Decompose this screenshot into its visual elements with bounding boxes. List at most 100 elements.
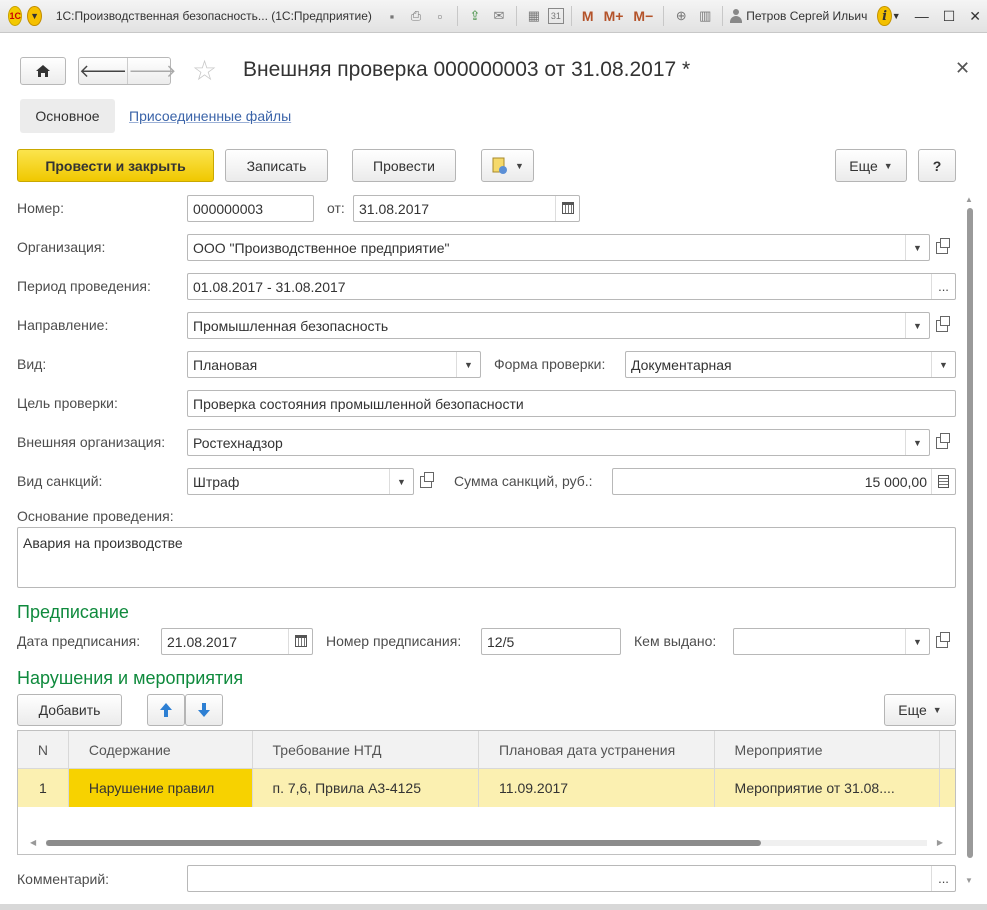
preview-icon[interactable]: ▫ xyxy=(430,6,450,26)
sanction-sum-field[interactable]: 15 000,00 xyxy=(612,468,956,495)
goal-label: Цель проверки: xyxy=(17,395,118,411)
open-icon xyxy=(936,237,950,254)
tab-attached-files[interactable]: Присоединенные файлы xyxy=(129,108,291,124)
goal-field[interactable]: Проверка состояния промышленной безопасн… xyxy=(187,390,956,417)
mail-icon[interactable]: ✉ xyxy=(489,6,509,26)
zoom-icon[interactable]: ⊕ xyxy=(671,6,691,26)
create-based-on-button[interactable]: ▼ xyxy=(481,149,534,182)
check-form-value: Документарная xyxy=(631,356,732,373)
basis-textarea[interactable]: Авария на производстве xyxy=(17,527,956,588)
sanction-field[interactable]: Штраф ▼ xyxy=(187,468,414,495)
open-organization-button[interactable] xyxy=(930,234,954,261)
column-header[interactable]: Мероприятие xyxy=(715,731,941,768)
table-cell[interactable]: 1 xyxy=(18,769,69,807)
dropdown-icon[interactable]: ▼ xyxy=(892,11,901,21)
more-label: Еще xyxy=(898,702,927,718)
scroll-thumb[interactable] xyxy=(967,208,973,858)
calendar-icon xyxy=(294,635,307,647)
calculator-icon[interactable]: ▦ xyxy=(524,6,544,26)
scroll-down-icon[interactable]: ▼ xyxy=(965,876,973,885)
link-icon[interactable]: ⇪ xyxy=(465,6,485,26)
date-field[interactable]: 31.08.2017 xyxy=(353,195,580,222)
column-header[interactable]: N xyxy=(18,731,69,768)
dropdown-button[interactable]: ▼ xyxy=(931,352,955,377)
home-button[interactable] xyxy=(20,57,66,85)
sanction-sum-label: Сумма санкций, руб.: xyxy=(454,473,593,489)
scroll-left-icon[interactable]: ◀ xyxy=(30,838,36,847)
minimize-button[interactable]: — xyxy=(915,8,929,24)
kind-field[interactable]: Плановая ▼ xyxy=(187,351,481,378)
table-more-button[interactable]: Еще ▼ xyxy=(884,694,956,726)
memory-plus-button[interactable]: M+ xyxy=(601,8,627,24)
back-button[interactable]: 🡐 xyxy=(79,58,129,84)
open-sanction-button[interactable] xyxy=(414,468,438,495)
dropdown-button[interactable]: ▼ xyxy=(905,430,929,455)
prescription-number-value: 12/5 xyxy=(487,633,515,650)
memory-button[interactable]: M xyxy=(579,8,597,24)
info-icon[interactable]: i xyxy=(877,6,892,26)
check-form-field[interactable]: Документарная ▼ xyxy=(625,351,956,378)
calendar-button[interactable] xyxy=(288,629,312,654)
table-cell[interactable]: Мероприятие от 31.08.... xyxy=(715,769,941,807)
period-field[interactable]: 01.08.2017 - 31.08.2017 ... xyxy=(187,273,956,300)
tab-main[interactable]: Основное xyxy=(20,99,115,133)
calendar-button[interactable] xyxy=(555,196,579,221)
organization-field[interactable]: ООО "Производственное предприятие" ▼ xyxy=(187,234,930,261)
table-row[interactable]: 1 Нарушение правил п. 7,6, Првила А3-412… xyxy=(18,769,955,807)
add-row-button[interactable]: Добавить xyxy=(17,694,122,726)
number-label: Номер: xyxy=(17,200,64,216)
maximize-button[interactable]: ☐ xyxy=(943,8,956,25)
dropdown-button[interactable]: ▼ xyxy=(905,313,929,338)
print-icon[interactable]: ⎙ xyxy=(406,6,426,26)
column-header[interactable]: Плановая дата устранения xyxy=(479,731,715,768)
direction-field[interactable]: Промышленная безопасность ▼ xyxy=(187,312,930,339)
number-field[interactable]: 000000003 xyxy=(187,195,314,222)
move-up-button[interactable] xyxy=(147,694,185,726)
dropdown-button[interactable]: ▼ xyxy=(905,629,929,654)
help-button[interactable]: ? xyxy=(918,149,956,182)
forward-button[interactable]: 🡒 xyxy=(128,58,176,84)
memory-minus-button[interactable]: M− xyxy=(630,8,656,24)
chevron-down-icon: ▼ xyxy=(932,705,942,715)
close-form-button[interactable]: ✕ xyxy=(955,58,970,79)
save-icon[interactable]: ▪ xyxy=(382,6,402,26)
dropdown-button[interactable]: ▼ xyxy=(456,352,480,377)
favorite-star-icon[interactable]: ☆ xyxy=(192,56,217,86)
violations-table[interactable]: N Содержание Требование НТД Плановая дат… xyxy=(17,730,956,855)
post-and-close-button[interactable]: Провести и закрыть xyxy=(17,149,214,182)
dropdown-button[interactable]: ▼ xyxy=(905,235,929,260)
dropdown-button[interactable]: ▼ xyxy=(389,469,413,494)
close-window-button[interactable]: ✕ xyxy=(969,8,981,25)
current-user[interactable]: Петров Сергей Ильич xyxy=(730,9,867,23)
calendar-icon[interactable]: 31 xyxy=(547,8,564,24)
prescription-date-field[interactable]: 21.08.2017 xyxy=(161,628,313,655)
table-cell[interactable]: Нарушение правил xyxy=(68,769,253,807)
chevron-down-icon: ▼ xyxy=(515,160,524,171)
issued-by-field[interactable]: ▼ xyxy=(733,628,930,655)
save-button[interactable]: Записать xyxy=(225,149,328,182)
column-header[interactable]: Содержание xyxy=(69,731,253,768)
open-external-org-button[interactable] xyxy=(930,429,954,456)
table-cell[interactable]: 11.09.2017 xyxy=(479,769,715,807)
more-button[interactable]: Еще ▼ xyxy=(835,149,907,182)
scroll-up-icon[interactable]: ▲ xyxy=(965,195,973,204)
vertical-scrollbar[interactable]: ▲ ▼ xyxy=(965,195,975,885)
post-button[interactable]: Провести xyxy=(352,149,456,182)
external-org-field[interactable]: Ростехнадзор ▼ xyxy=(187,429,930,456)
move-down-button[interactable] xyxy=(185,694,223,726)
open-direction-button[interactable] xyxy=(930,312,954,339)
open-issued-by-button[interactable] xyxy=(930,628,954,655)
comment-field[interactable]: ... xyxy=(187,865,956,892)
panel-icon[interactable]: ▥ xyxy=(695,6,715,26)
scroll-thumb[interactable] xyxy=(46,840,761,846)
calculator-button[interactable] xyxy=(931,469,955,494)
select-period-button[interactable]: ... xyxy=(931,274,955,299)
horizontal-scrollbar[interactable]: ◀ ▶ xyxy=(18,832,955,854)
comment-edit-button[interactable]: ... xyxy=(931,866,955,891)
window-titlebar: 1С ▼ 1С:Производственная безопасность...… xyxy=(0,0,987,33)
column-header[interactable]: Требование НТД xyxy=(253,731,480,768)
prescription-number-field[interactable]: 12/5 xyxy=(481,628,621,655)
table-cell[interactable]: п. 7,6, Првила А3-4125 xyxy=(253,769,480,807)
scroll-right-icon[interactable]: ▶ xyxy=(937,838,943,847)
main-menu-button[interactable]: ▼ xyxy=(27,6,42,26)
